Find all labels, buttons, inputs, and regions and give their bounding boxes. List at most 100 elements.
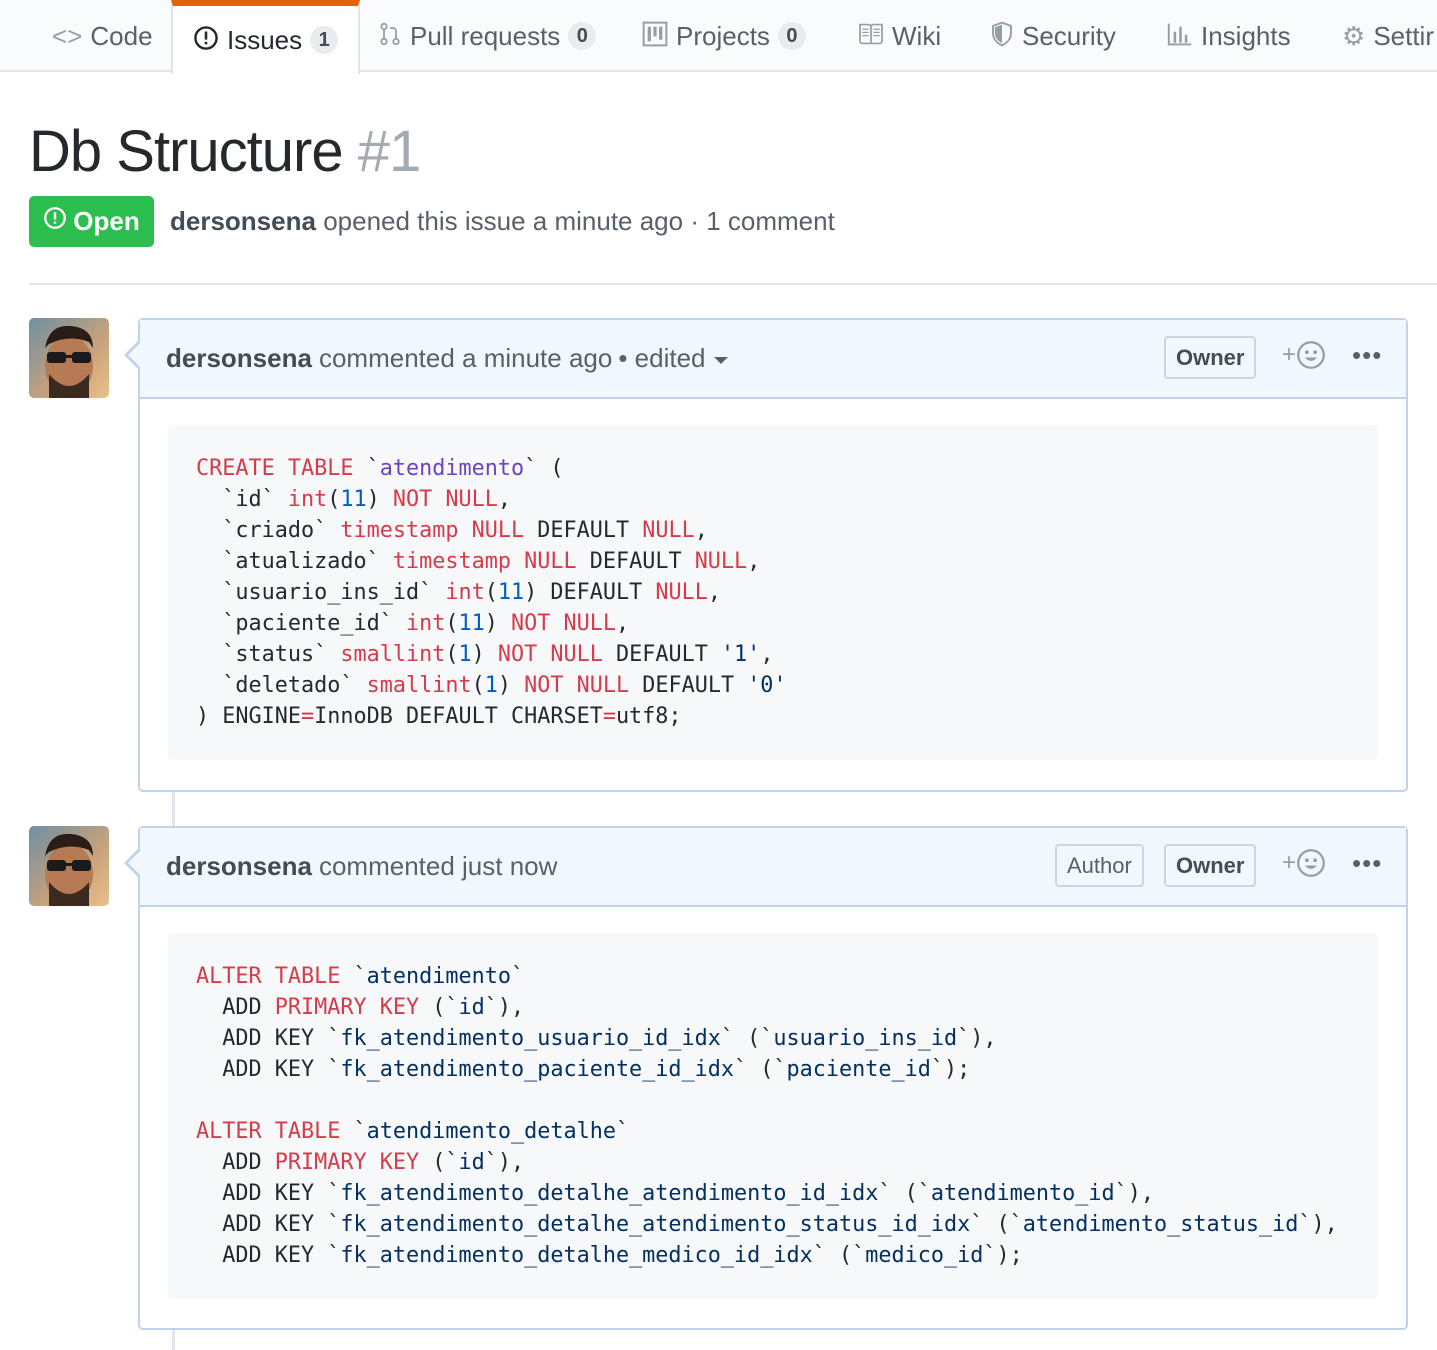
add-reaction-button[interactable]: + xyxy=(1282,848,1326,878)
code-token: smallint xyxy=(366,673,472,698)
code-token: paciente_id xyxy=(786,1057,931,1082)
code-token: ` xyxy=(510,964,525,989)
code-token: ADD KEY ` xyxy=(196,1057,341,1082)
code-token: TABLE xyxy=(274,964,341,989)
code-token: timestamp NULL xyxy=(340,518,525,543)
code-token: ( xyxy=(471,673,485,698)
tab-wiki[interactable]: Wiki xyxy=(858,0,941,72)
more-options-button[interactable]: ••• xyxy=(1352,848,1382,879)
avatar[interactable] xyxy=(29,318,109,398)
tab-projects[interactable]: Projects 0 xyxy=(642,0,806,72)
code-line: ALTER TABLE `atendimento_detalhe` xyxy=(196,1119,629,1144)
code-token: id xyxy=(458,1150,485,1175)
code-line: `id` int(11) NOT NULL, xyxy=(196,487,511,512)
code-line: `usuario_ins_id` int(11) DEFAULT NULL, xyxy=(196,580,721,605)
code-token: (` xyxy=(419,995,459,1020)
issue-opened-icon xyxy=(43,206,67,237)
book-icon xyxy=(858,23,884,49)
code-line: ADD KEY `fk_atendimento_paciente_id_idx`… xyxy=(196,1057,970,1082)
code-token: fk_atendimento_detalhe_atendimento_statu… xyxy=(340,1212,971,1237)
code-token: (` xyxy=(419,1150,459,1175)
counter-badge: 0 xyxy=(568,22,597,50)
code-line: ADD KEY `fk_atendimento_detalhe_atendime… xyxy=(196,1181,1154,1206)
code-token: ` xyxy=(340,964,367,989)
tab-security[interactable]: Security xyxy=(990,0,1116,72)
code-token: ADD KEY ` xyxy=(196,1026,341,1051)
code-line: `deletado` smallint(1) NOT NULL DEFAULT … xyxy=(196,673,786,698)
code-token: `atualizado` xyxy=(196,549,393,574)
code-token: PRIMARY KEY xyxy=(274,1150,420,1175)
tab-pull-requests[interactable]: Pull requests 0 xyxy=(378,0,597,72)
code-line: ADD KEY `fk_atendimento_detalhe_medico_i… xyxy=(196,1243,1023,1268)
tab-issues[interactable]: Issues 1 xyxy=(171,0,361,74)
code-token: timestamp NULL xyxy=(392,549,577,574)
code-token: int xyxy=(287,487,328,512)
code-token: NULL xyxy=(694,549,748,574)
code-token: atendimento_detalhe xyxy=(366,1119,616,1144)
code-block: ALTER TABLE `atendimento` ADD PRIMARY KE… xyxy=(168,933,1378,1299)
project-icon xyxy=(642,21,668,51)
code-token: ( xyxy=(445,642,459,667)
code-token: atendimento xyxy=(366,964,511,989)
code-icon: <> xyxy=(52,21,83,51)
tab-label: Wiki xyxy=(892,20,942,51)
plus-label: + xyxy=(1282,849,1297,876)
code-token: `); xyxy=(983,1243,1023,1268)
code-token: NOT NULL xyxy=(392,487,498,512)
code-token: , xyxy=(694,518,708,543)
code-token: '1' xyxy=(720,642,761,667)
timeline-connector xyxy=(172,1330,175,1350)
code-token: smallint xyxy=(340,642,446,667)
code-token: `status` xyxy=(196,642,341,667)
timeline-connector xyxy=(172,792,175,826)
owner-label: Owner xyxy=(1164,844,1257,887)
code-block: CREATE TABLE `atendimento` ( `id` int(11… xyxy=(168,425,1378,760)
code-token: medico_id xyxy=(865,1243,984,1268)
code-token: ADD KEY ` xyxy=(196,1243,341,1268)
code-token: ) ENGINE xyxy=(196,704,301,729)
more-options-button[interactable]: ••• xyxy=(1352,340,1382,371)
code-token: ADD KEY ` xyxy=(196,1181,341,1206)
code-token: ) xyxy=(497,673,525,698)
git-pull-request-icon xyxy=(378,21,402,51)
code-token: NOT NULL xyxy=(524,673,630,698)
code-token: utf8; xyxy=(615,704,682,729)
code-token: `); xyxy=(930,1057,971,1082)
code-token: TABLE xyxy=(274,1119,341,1144)
tab-code[interactable]: <> Code xyxy=(52,0,153,72)
caret-down-icon xyxy=(713,356,728,364)
owner-label: Owner xyxy=(1164,336,1257,379)
code-token: ADD xyxy=(196,1150,275,1175)
code-token: ) DEFAULT xyxy=(524,580,656,605)
code-token: DEFAULT xyxy=(576,549,695,574)
code-token: int xyxy=(405,611,446,636)
code-token: `), xyxy=(484,995,525,1020)
comment-timestamp[interactable]: commented a minute ago xyxy=(319,343,612,374)
avatar[interactable] xyxy=(29,826,109,906)
comment-timestamp[interactable]: commented just now xyxy=(319,851,557,882)
edited-dropdown[interactable]: • edited xyxy=(618,343,728,374)
issue-author-link[interactable]: dersonsena xyxy=(170,206,316,236)
code-token: `), xyxy=(484,1150,525,1175)
issue-state-label: Open xyxy=(73,206,140,236)
code-line: ADD PRIMARY KEY (`id`), xyxy=(196,1150,524,1175)
comment-author-link[interactable]: dersonsena xyxy=(166,343,312,374)
issue-opened-text: opened this issue a minute ago · 1 comme… xyxy=(323,206,835,236)
comment-body: ALTER TABLE `atendimento` ADD PRIMARY KE… xyxy=(140,907,1406,1327)
issue-meta: dersonsena opened this issue a minute ag… xyxy=(170,206,835,237)
tab-insights[interactable]: Insights xyxy=(1167,0,1291,72)
add-reaction-button[interactable]: + xyxy=(1282,340,1326,370)
tab-settings[interactable]: ⚙ Settir xyxy=(1342,0,1434,72)
comment-author-link[interactable]: dersonsena xyxy=(166,851,312,882)
repo-tab-bar: <> Code Issues 1 Pull requests 0 Project… xyxy=(0,0,1437,74)
issue-number: #1 xyxy=(357,119,422,184)
code-token: ( xyxy=(484,580,498,605)
code-token: 1 xyxy=(484,673,498,698)
tab-label: Code xyxy=(90,20,153,51)
code-token: 11 xyxy=(458,611,485,636)
counter-badge: 1 xyxy=(310,26,339,54)
code-token: NOT NULL xyxy=(497,642,603,667)
code-line: ADD KEY `fk_atendimento_detalhe_atendime… xyxy=(196,1212,1338,1237)
